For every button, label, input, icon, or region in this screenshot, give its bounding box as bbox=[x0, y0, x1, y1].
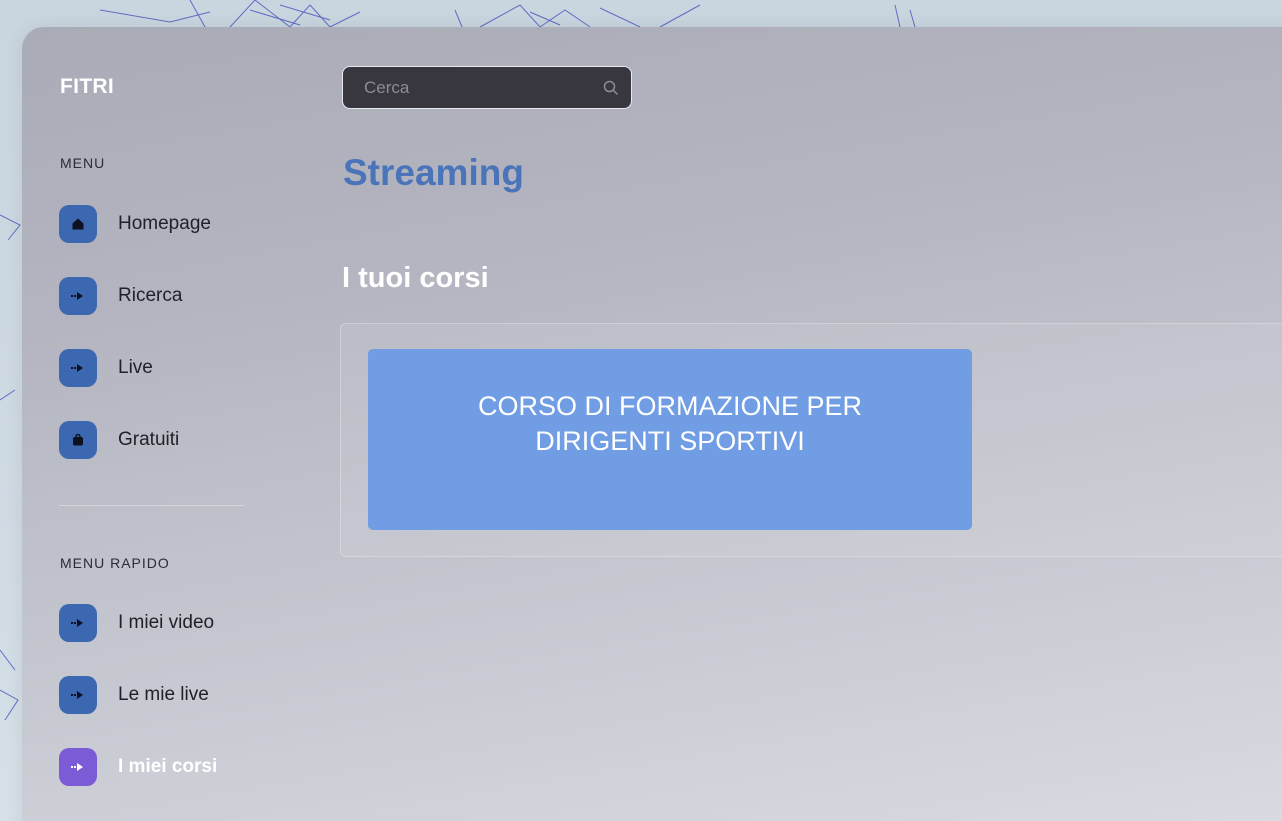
sidebar-item-label: Le mie live bbox=[118, 684, 209, 705]
sidebar-item-label: Homepage bbox=[118, 213, 211, 234]
sidebar-divider bbox=[59, 505, 244, 506]
sidebar-item-le-mie-live[interactable]: Le mie live bbox=[59, 675, 279, 715]
sidebar-item-label: I miei video bbox=[118, 612, 215, 633]
section-title: I tuoi corsi bbox=[342, 262, 489, 294]
arrow-right-icon bbox=[59, 277, 97, 315]
sidebar-item-label: I miei corsi bbox=[118, 756, 218, 777]
sidebar-item-label: Live bbox=[118, 357, 153, 378]
sidebar-item-i-miei-corsi[interactable]: I miei corsi bbox=[59, 747, 279, 787]
arrow-right-icon bbox=[59, 349, 97, 387]
home-icon bbox=[59, 205, 97, 243]
page-title: Streaming bbox=[343, 152, 524, 193]
arrow-right-icon bbox=[59, 604, 97, 642]
sidebar-item-label: Ricerca bbox=[118, 285, 183, 306]
sidebar-item-live[interactable]: Live bbox=[59, 348, 279, 388]
search-icon[interactable] bbox=[603, 80, 619, 96]
sidebar-item-i-miei-video[interactable]: I miei video bbox=[59, 603, 279, 643]
menu-section-label: MENU bbox=[60, 155, 106, 171]
sidebar-item-gratuiti[interactable]: Gratuiti bbox=[59, 420, 279, 460]
course-title: CORSO DI FORMAZIONE PER DIRIGENTI SPORTI… bbox=[477, 391, 863, 456]
course-card[interactable]: CORSO DI FORMAZIONE PER DIRIGENTI SPORTI… bbox=[368, 349, 972, 530]
bag-icon bbox=[59, 421, 97, 459]
brand-logo: FITRI bbox=[60, 75, 114, 98]
sidebar-item-ricerca[interactable]: Ricerca bbox=[59, 276, 279, 316]
arrow-right-icon bbox=[59, 676, 97, 714]
arrow-right-icon bbox=[59, 748, 97, 786]
sidebar-item-homepage[interactable]: Homepage bbox=[59, 204, 279, 244]
search-input[interactable] bbox=[364, 77, 603, 98]
quick-menu-section-label: MENU RAPIDO bbox=[60, 555, 170, 571]
search-bar bbox=[342, 66, 632, 109]
sidebar-item-label: Gratuiti bbox=[118, 429, 180, 450]
